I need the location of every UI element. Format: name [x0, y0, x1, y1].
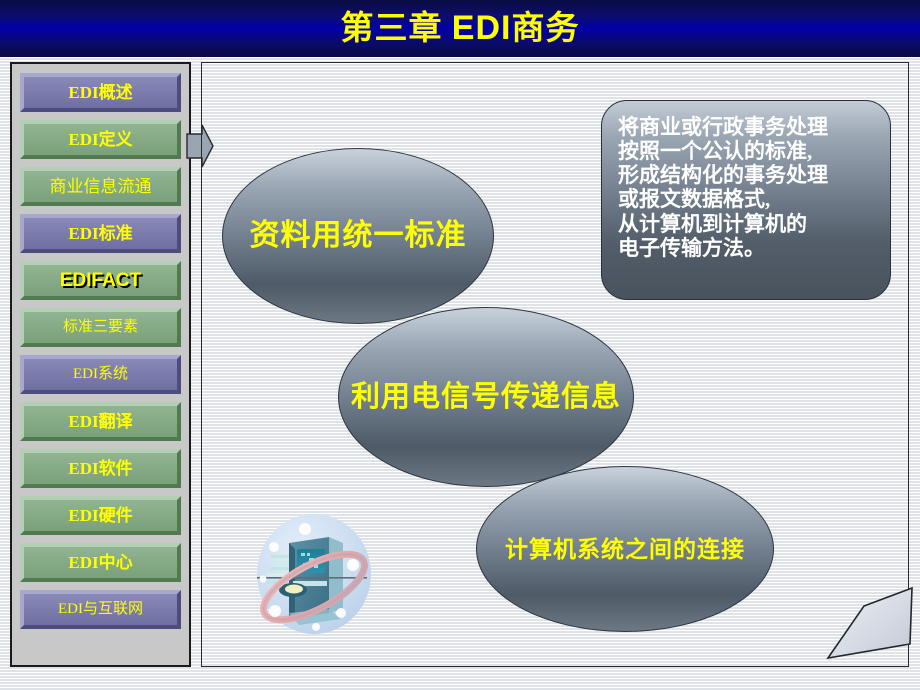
sidebar-item-business-info-flow[interactable]: 商业信息流通 [20, 167, 181, 206]
sidebar-item-edi-software[interactable]: EDI软件 [20, 449, 181, 488]
sidebar-item-label: EDI系统 [73, 366, 128, 382]
sidebar-item-label: 商业信息流通 [49, 177, 152, 196]
sidebar-item-edifact[interactable]: EDIFACT [20, 261, 181, 300]
definition-line: 按照一个公认的标准, [618, 139, 813, 164]
concept-ellipse-electrical-signal[interactable]: 利用电信号传递信息 [338, 307, 634, 487]
sidebar-item-label: 标准三要素 [62, 319, 138, 335]
concept-ellipse-computer-connection[interactable]: 计算机系统之间的连接 [476, 466, 774, 632]
slide-canvas: 第三章 EDI商务 EDI概述 EDI定义 商业信息流通 EDI标准 EDIFA… [0, 0, 920, 690]
definition-callout: 将商业或行政事务处理 按照一个公认的标准, 形成结构化的事务处理 或报文数据格式… [601, 100, 891, 300]
sidebar-item-edi-hardware[interactable]: EDI硬件 [20, 496, 181, 535]
sidebar-item-label: EDI定义 [68, 130, 133, 149]
sidebar-item-label: EDI概述 [68, 83, 133, 102]
folded-page-corner-icon [826, 586, 913, 660]
sidebar-item-edi-and-internet[interactable]: EDI与互联网 [20, 590, 181, 629]
sidebar-item-edi-system[interactable]: EDI系统 [20, 355, 181, 394]
concept-ellipse-unified-standard[interactable]: 资料用统一标准 [222, 148, 494, 324]
sidebar-item-label: EDI标准 [68, 224, 133, 243]
sidebar-item-three-elements[interactable]: 标准三要素 [20, 308, 181, 347]
title-suffix: 商务 [511, 11, 580, 47]
sidebar-item-label: EDI硬件 [68, 506, 133, 525]
sidebar-item-edi-center[interactable]: EDI中心 [20, 543, 181, 582]
title-latin: EDI [451, 9, 512, 47]
definition-line: 形成结构化的事务处理 [618, 163, 828, 188]
slide-title-banner: 第三章 EDI商务 [0, 0, 920, 57]
sidebar-item-label: EDI翻译 [68, 412, 133, 431]
sidebar-item-label: EDI与互联网 [58, 601, 143, 617]
sidebar-item-edi-definition[interactable]: EDI定义 [20, 120, 181, 159]
ellipse-label: 资料用统一标准 [249, 219, 467, 252]
sidebar-item-label: EDI中心 [68, 553, 133, 572]
sidebar-item-label: EDIFACT [59, 270, 142, 291]
definition-line: 或报文数据格式, [618, 187, 771, 212]
ellipse-label: 利用电信号传递信息 [350, 380, 621, 413]
page-title: 第三章 EDI商务 [341, 11, 580, 46]
sidebar-item-label: EDI软件 [68, 459, 133, 478]
definition-line: 电子传输方法。 [618, 235, 765, 260]
sidebar-item-edi-translation[interactable]: EDI翻译 [20, 402, 181, 441]
ellipse-label: 计算机系统之间的连接 [505, 536, 745, 562]
sidebar-item-edi-standard[interactable]: EDI标准 [20, 214, 181, 253]
definition-line: 将商业或行政事务处理 [618, 115, 828, 139]
sidebar-item-edi-overview[interactable]: EDI概述 [20, 73, 181, 112]
definition-line: 从计算机到计算机的 [618, 211, 807, 236]
computer-network-globe-icon [257, 514, 371, 634]
title-prefix: 第三章 [340, 11, 452, 47]
sidebar-nav: EDI概述 EDI定义 商业信息流通 EDI标准 EDIFACT 标准三要素 E… [10, 62, 191, 667]
